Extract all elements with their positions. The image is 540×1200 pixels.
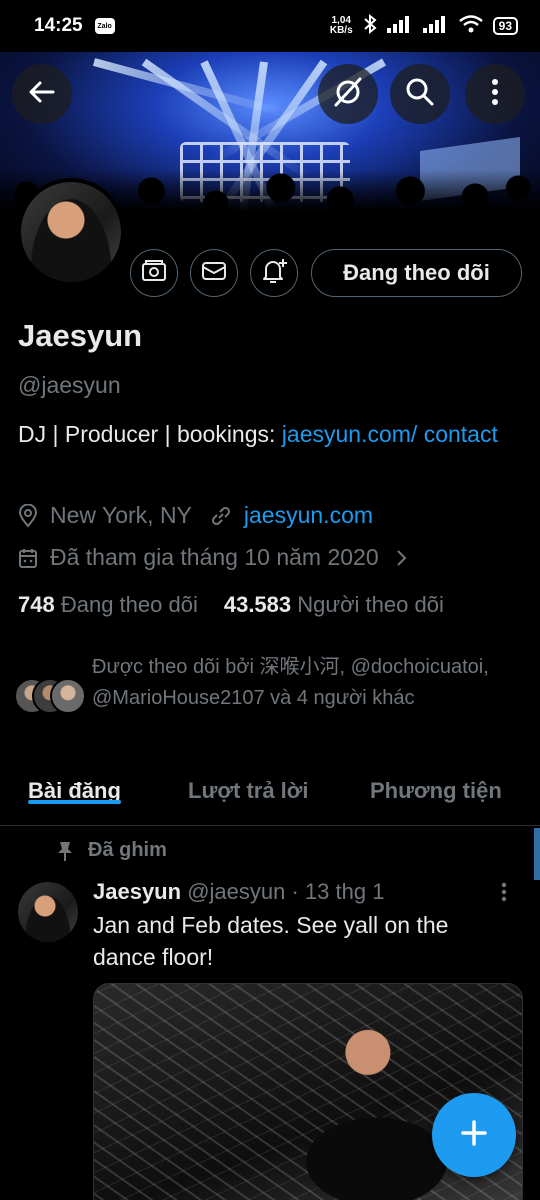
tweet-author-avatar[interactable] xyxy=(18,882,78,942)
battery-indicator: 93 xyxy=(492,17,518,35)
tab-media[interactable]: Phương tiện xyxy=(370,760,502,804)
notifications-button[interactable] xyxy=(250,249,298,297)
profile-bio: DJ | Producer | bookings: jaesyun.com/ c… xyxy=(18,421,498,447)
link-icon xyxy=(210,505,232,527)
tweet-time: · 13 thg 1 xyxy=(291,879,385,904)
signal-2-icon xyxy=(422,15,449,38)
followers-stat[interactable]: 43.583 Người theo dõi xyxy=(224,592,444,618)
profile-joined: Đã tham gia tháng 10 năm 2020 xyxy=(50,544,379,570)
zalo-notification-icon: Zalo xyxy=(94,18,115,34)
status-time: 14:25 xyxy=(34,15,83,36)
compose-button[interactable] xyxy=(432,1093,516,1177)
chevron-right-icon xyxy=(395,549,407,567)
more-button[interactable] xyxy=(465,64,525,124)
profile-handle: @jaesyun xyxy=(18,372,121,398)
profile-website[interactable]: jaesyun.com xyxy=(244,502,373,529)
scrollbar[interactable] xyxy=(534,828,540,880)
pinned-label: Đã ghim xyxy=(56,839,167,862)
location-website-row: New York, NY jaesyun.com xyxy=(18,502,373,529)
follow-stats: 748 Đang theo dõi 43.583 Người theo dõi xyxy=(18,592,444,618)
wallet-icon xyxy=(141,259,167,288)
location-pin-icon xyxy=(18,503,38,528)
active-tab-indicator xyxy=(28,800,121,804)
joined-row[interactable]: Đã tham gia tháng 10 năm 2020 xyxy=(18,544,419,571)
profile-avatar[interactable] xyxy=(17,178,125,286)
arrow-left-icon xyxy=(27,77,57,112)
tweet-text: Jan and Feb dates. See yall on the dance… xyxy=(93,912,449,970)
status-right: 1,04 KB/s 93 xyxy=(329,13,518,39)
wifi-icon xyxy=(458,14,483,38)
bell-plus-icon xyxy=(260,257,288,290)
back-button[interactable] xyxy=(12,64,72,124)
bio-link[interactable]: jaesyun.com/ contact xyxy=(282,421,498,447)
tweet-more-button[interactable] xyxy=(500,881,508,908)
status-bar: 14:25 Zalo 1,04 KB/s 93 xyxy=(0,0,540,52)
followed-by-avatars xyxy=(14,678,86,718)
plus-icon xyxy=(459,1118,489,1153)
followed-by[interactable]: Được theo dõi bởi 深喉小河, @dochoicuatoi, @… xyxy=(14,652,512,718)
follower-avatar xyxy=(50,678,86,714)
calendar-icon xyxy=(18,547,38,569)
more-vertical-icon xyxy=(491,77,499,112)
net-speed: 1,04 KB/s xyxy=(329,15,353,36)
more-vertical-icon xyxy=(500,882,508,907)
tab-replies[interactable]: Lượt trả lời xyxy=(188,760,309,804)
tab-posts[interactable]: Bài đăng xyxy=(28,760,121,804)
pin-icon xyxy=(56,840,74,862)
search-icon xyxy=(404,76,436,113)
signal-icon xyxy=(386,15,413,38)
grok-icon xyxy=(332,76,364,113)
tweet-header: Jaesyun @jaesyun · 13 thg 1 xyxy=(93,879,384,905)
grok-button[interactable] xyxy=(318,64,378,124)
bluetooth-icon xyxy=(363,13,377,39)
envelope-icon xyxy=(201,260,227,287)
message-button[interactable] xyxy=(190,249,238,297)
profile-location: New York, NY xyxy=(50,502,192,528)
search-button[interactable] xyxy=(390,64,450,124)
following-button[interactable]: Đang theo dõi xyxy=(311,249,522,297)
following-stat[interactable]: 748 Đang theo dõi xyxy=(18,592,198,618)
subscriptions-button[interactable] xyxy=(130,249,178,297)
tweet-author-handle: @jaesyun xyxy=(187,879,286,904)
profile-tabs: Bài đăng Lượt trả lời Phương tiện xyxy=(0,760,540,826)
followed-by-text: Được theo dõi bởi 深喉小河, @dochoicuatoi, @… xyxy=(92,656,489,709)
profile-name: Jaesyun xyxy=(18,318,143,353)
tweet-author-name[interactable]: Jaesyun xyxy=(93,879,181,904)
